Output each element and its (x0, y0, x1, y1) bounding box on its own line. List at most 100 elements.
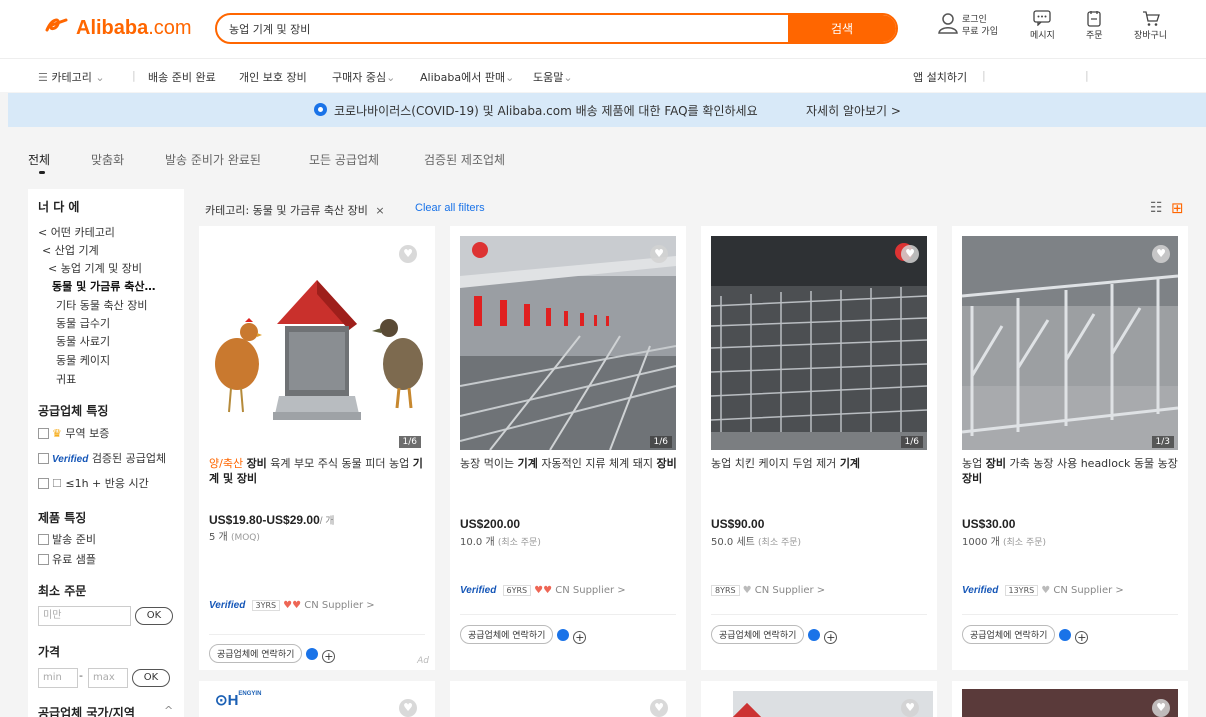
alibaba-logo[interactable]: Alibaba.com (44, 16, 192, 40)
nav-help[interactable]: 도움말⌄ (533, 69, 573, 85)
grid-view-icon[interactable]: ⊞ (1171, 199, 1184, 217)
active-tab-indicator (39, 171, 45, 174)
login-link[interactable]: 로그인 (962, 14, 998, 26)
plus-icon[interactable]: + (322, 650, 336, 663)
price-max-input[interactable]: max (88, 668, 128, 688)
response-time-checkbox[interactable]: ☐ ≤1h + 반응 시간 (38, 475, 149, 491)
supplier-info[interactable]: Verified 6YRS ♥♥ CN Supplier > (460, 585, 626, 596)
supplier-link[interactable]: CN Supplier > (1053, 585, 1123, 596)
orders-button[interactable]: 주문 (1086, 10, 1103, 41)
paid-samples-checkbox[interactable]: 유료 샘플 (38, 551, 96, 567)
search-input[interactable] (217, 15, 788, 42)
plus-icon[interactable]: + (824, 631, 838, 644)
nav-ppe[interactable]: 개인 보호 장비 (239, 69, 307, 85)
product-card[interactable]: ♥ (450, 681, 686, 717)
category-cages-link[interactable]: 동물 케이지 (56, 352, 110, 368)
chat-icon[interactable] (808, 629, 821, 641)
contact-supplier-button[interactable]: 공급업체에 연락하기 (460, 625, 554, 644)
supplier-link[interactable]: CN Supplier > (304, 600, 374, 611)
tab-all-suppliers[interactable]: 모든 공급업체 (309, 151, 379, 168)
favorite-heart-icon[interactable]: ♥ (650, 699, 668, 717)
contact-supplier-button[interactable]: 공급업체에 연락하기 (711, 625, 805, 644)
plus-icon[interactable]: + (1075, 631, 1089, 644)
messages-button[interactable]: 메시지 (1030, 10, 1055, 41)
nav-buyer-central[interactable]: 구매자 중심⌄ (332, 69, 395, 85)
nav-ready-to-ship[interactable]: 배송 준비 완료 (148, 69, 216, 85)
filter-chip[interactable]: 카테고리: 동물 및 가금류 축산 장비 × (205, 202, 385, 218)
product-image[interactable] (962, 689, 1178, 717)
login-signup[interactable]: 로그인 무료 가입 (937, 12, 998, 40)
supplier-info[interactable]: 8YRS ♥ CN Supplier > (711, 585, 825, 596)
product-card[interactable]: ♥ (952, 681, 1188, 717)
chat-icon[interactable] (306, 648, 319, 660)
product-image[interactable]: ♥ 1/6 (711, 236, 927, 450)
favorite-heart-icon[interactable]: ♥ (1152, 245, 1170, 263)
favorite-heart-icon[interactable]: ♥ (901, 245, 919, 263)
product-image[interactable]: ♥ 1/6 (460, 236, 676, 450)
nav-sell[interactable]: Alibaba에서 판매⌄ (420, 69, 514, 85)
category-feeders-link[interactable]: 동물 사료기 (56, 333, 110, 349)
product-card[interactable]: ♥ 1/6 농업 치킨 케이지 두엄 제거 기계 US$90.00 50.0 세… (701, 226, 937, 670)
product-image[interactable]: ♥ 1/3 (962, 236, 1178, 450)
category-agri-link[interactable]: < 농업 기계 및 장비 (48, 260, 142, 276)
supplier-link[interactable]: CN Supplier > (755, 585, 825, 596)
product-title[interactable]: 농장 먹이는 기계 자동적인 지류 체계 돼지 장비 (460, 456, 678, 471)
favorite-heart-icon[interactable]: ♥ (650, 245, 668, 263)
nav-get-app[interactable]: 앱 설치하기 (913, 69, 967, 85)
chat-icon[interactable] (1059, 629, 1072, 641)
banner-learn-more-link[interactable]: 자세히 알아보기 > (806, 102, 901, 119)
checkbox[interactable] (38, 428, 49, 439)
tab-verified-manufacturers[interactable]: 검증된 제조업체 (424, 151, 505, 168)
search-button[interactable]: 검색 (788, 15, 896, 42)
product-image[interactable]: ♥ 1/6 (209, 236, 425, 450)
contact-supplier-button[interactable]: 공급업체에 연락하기 (209, 644, 303, 663)
min-order-input[interactable]: 미만 (38, 606, 131, 626)
supplier-info[interactable]: Verified 13YRS ♥ CN Supplier > (962, 585, 1124, 596)
category-other-link[interactable]: 기타 동물 축산 장비 (56, 297, 147, 313)
min-order-ok-button[interactable]: OK (135, 607, 173, 625)
price-min-input[interactable]: min (38, 668, 78, 688)
search-bar: 검색 (215, 13, 898, 44)
product-title[interactable]: 농업 장비 가축 농장 사용 headlock 동물 농장 장비 (962, 456, 1180, 486)
trade-assurance-checkbox[interactable]: ♛ 무역 보증 (38, 425, 109, 441)
product-card[interactable]: ♥ 1/6 양/축산 장비 육계 부모 주식 동물 피더 농업 기계 및 장비 … (199, 226, 435, 670)
tab-customization[interactable]: 맞춤화 (91, 151, 124, 168)
tab-all[interactable]: 전체 (28, 151, 50, 168)
supplier-info[interactable]: Verified 3YRS ♥♥ CN Supplier > (209, 600, 375, 611)
product-card[interactable]: ♥ (701, 681, 937, 717)
plus-icon[interactable]: + (573, 631, 587, 644)
product-card[interactable]: ♥ 1/3 농업 장비 가축 농장 사용 headlock 동물 농장 장비 U… (952, 226, 1188, 670)
image-counter: 1/6 (398, 436, 421, 448)
list-view-icon[interactable]: ☷ (1150, 200, 1163, 216)
price-ok-button[interactable]: OK (132, 669, 170, 687)
close-icon[interactable]: × (375, 204, 384, 217)
category-current[interactable]: 동물 및 가금류 축산… (52, 278, 155, 294)
categories-menu[interactable]: ☰ 카테고리 ⌄ (38, 69, 105, 85)
product-title[interactable]: 농업 치킨 케이지 두엄 제거 기계 (711, 456, 929, 471)
signup-link[interactable]: 무료 가입 (962, 26, 998, 38)
favorite-heart-icon[interactable]: ♥ (901, 699, 919, 717)
ready-ship-checkbox[interactable]: 발송 준비 (38, 531, 96, 547)
checkbox[interactable] (38, 534, 49, 545)
favorite-heart-icon[interactable]: ♥ (399, 699, 417, 717)
category-industrial-link[interactable]: < 산업 기계 (42, 242, 99, 258)
cart-button[interactable]: 장바구니 (1134, 10, 1167, 41)
category-any-link[interactable]: < 어떤 카테고리 (38, 224, 115, 240)
checkbox[interactable] (38, 554, 49, 565)
clear-all-filters-link[interactable]: Clear all filters (415, 202, 485, 214)
checkbox[interactable] (38, 478, 49, 489)
product-title[interactable]: 양/축산 장비 육계 부모 주식 동물 피더 농업 기계 및 장비 (209, 456, 427, 486)
checkbox[interactable] (38, 453, 49, 464)
contact-supplier-button[interactable]: 공급업체에 연락하기 (962, 625, 1056, 644)
supplier-link[interactable]: CN Supplier > (555, 585, 625, 596)
favorite-heart-icon[interactable]: ♥ (399, 245, 417, 263)
chevron-up-icon[interactable]: ^ (164, 704, 173, 717)
category-eartag-link[interactable]: 귀표 (56, 371, 76, 387)
product-card[interactable]: ⊙HENGYIN ♥ (199, 681, 435, 717)
tab-ready-to-ship[interactable]: 발송 준비가 완료된 (165, 151, 261, 168)
chat-icon[interactable] (557, 629, 570, 641)
category-drinkers-link[interactable]: 동물 급수기 (56, 315, 110, 331)
favorite-heart-icon[interactable]: ♥ (1152, 699, 1170, 717)
product-card[interactable]: ♥ 1/6 농장 먹이는 기계 자동적인 지류 체계 돼지 장비 US$200.… (450, 226, 686, 670)
verified-supplier-checkbox[interactable]: Verified 검증된 공급업체 (38, 450, 166, 466)
